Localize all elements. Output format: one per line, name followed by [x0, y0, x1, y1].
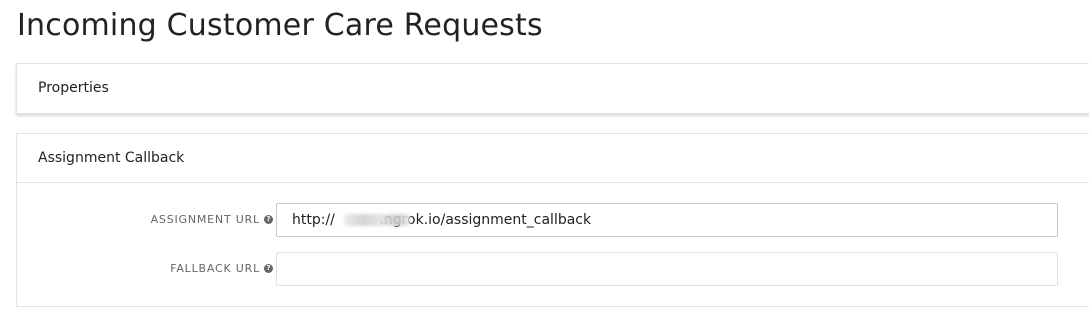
redacted-subdomain-blur	[344, 214, 410, 226]
fallback-url-input[interactable]	[276, 252, 1058, 286]
assignment-callback-panel: Assignment Callback ASSIGNMENT URL ? FAL…	[16, 133, 1089, 307]
properties-panel-header[interactable]: Properties	[38, 80, 109, 96]
fallback-url-label: FALLBACK URL ?	[170, 262, 273, 275]
assignment-url-label: ASSIGNMENT URL ?	[151, 213, 273, 226]
question-circle-icon[interactable]: ?	[264, 264, 273, 273]
fallback-url-label-text: FALLBACK URL	[170, 262, 260, 275]
properties-panel[interactable]: Properties	[16, 63, 1089, 114]
question-circle-icon[interactable]: ?	[264, 215, 273, 224]
assignment-callback-panel-header: Assignment Callback	[17, 134, 1089, 183]
assignment-url-label-text: ASSIGNMENT URL	[150, 213, 260, 226]
assignment-callback-panel-title: Assignment Callback	[38, 150, 185, 166]
page-title: Incoming Customer Care Requests	[17, 8, 543, 43]
